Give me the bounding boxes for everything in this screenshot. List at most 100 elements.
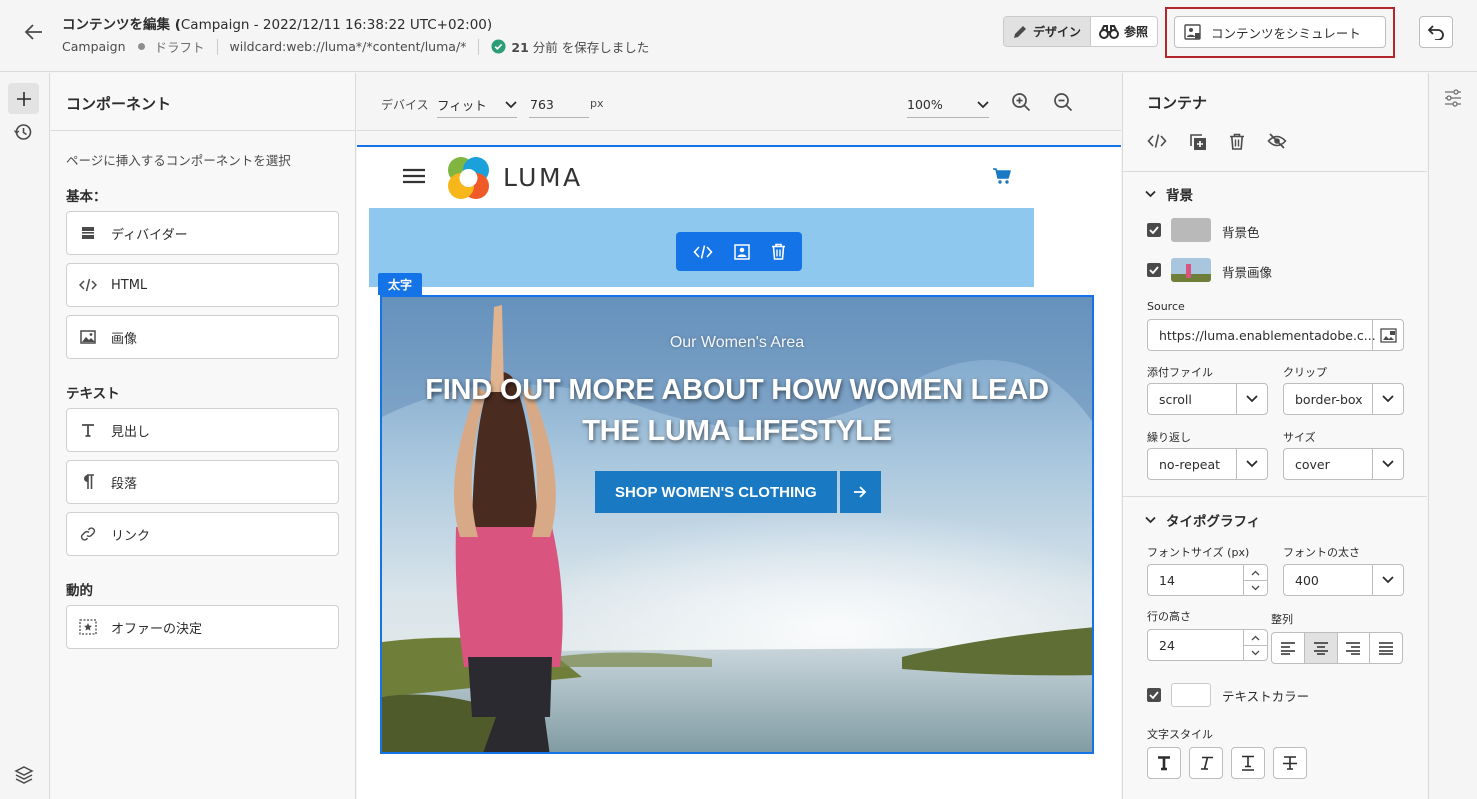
shop-button[interactable]: SHOP WOMEN'S CLOTHING (595, 471, 881, 513)
luma-brand: LUMA (503, 163, 583, 192)
repeat-value: no-repeat (1159, 456, 1221, 472)
hamburger-menu-icon[interactable] (402, 168, 426, 184)
campaign-type: Campaign (62, 39, 126, 54)
source-input[interactable]: https://luma.enablementadobe.c... (1147, 319, 1404, 351)
email-preview: LUMA 太字 Our Women's Area FIND OUT MORE A… (357, 145, 1121, 799)
properties-title: コンテナ (1147, 94, 1208, 112)
font-weight-select[interactable]: 400 (1283, 564, 1404, 596)
background-label: 背景 (1166, 188, 1193, 204)
underline-style-button[interactable] (1231, 747, 1265, 779)
font-size-input[interactable]: 14 (1147, 564, 1268, 596)
select-parent-icon[interactable] (733, 243, 750, 260)
divider (216, 38, 218, 55)
component-label: オファーの決定 (111, 621, 203, 637)
component-label: ディバイダー (111, 227, 188, 243)
chevron-down-icon (1372, 449, 1403, 479)
luma-logo-icon (445, 155, 491, 201)
title-text: コンテンツを編集 ( (62, 17, 181, 33)
undo-button[interactable] (1419, 16, 1453, 48)
background-section-header[interactable]: 背景 (1145, 184, 1193, 204)
align-center-icon[interactable] (1303, 633, 1337, 663)
image-browse-icon[interactable] (1372, 320, 1403, 350)
attachment-select[interactable]: scroll (1147, 383, 1268, 415)
zoom-out-icon[interactable] (1053, 92, 1073, 112)
component-offer-decision[interactable]: オファーの決定 (66, 605, 339, 649)
zoom-select[interactable]: 100% (907, 92, 989, 118)
element-toolbar (676, 232, 802, 271)
design-mode-button[interactable]: デザイン (1004, 17, 1091, 46)
bold-style-button[interactable] (1147, 747, 1181, 779)
hide-icon[interactable] (1267, 133, 1287, 151)
font-size-stepper[interactable] (1243, 565, 1267, 595)
divider (1123, 496, 1427, 497)
browse-mode-button[interactable]: 参照 (1090, 17, 1157, 46)
hero-title-line: THE LUMA LIFESTYLE (582, 415, 892, 447)
zoom-in-icon[interactable] (1011, 92, 1031, 112)
chevron-down-icon (977, 101, 989, 109)
clip-select[interactable]: border-box (1283, 383, 1404, 415)
align-justify-icon[interactable] (1369, 633, 1402, 663)
strikethrough-style-button[interactable] (1273, 747, 1307, 779)
font-size-label: フォントサイズ (px) (1147, 546, 1250, 559)
component-divider[interactable]: ディバイダー (66, 211, 339, 255)
background-color-swatch[interactable] (1171, 218, 1211, 242)
components-description: ページに挿入するコンポーネントを選択 (66, 153, 291, 168)
line-height-stepper[interactable] (1243, 630, 1267, 660)
simulate-content-button[interactable]: コンテンツをシミュレート (1174, 16, 1386, 48)
device-value: フィット (437, 98, 487, 113)
component-link[interactable]: リンク (66, 512, 339, 556)
luma-header: LUMA (369, 147, 1034, 207)
component-image[interactable]: 画像 (66, 315, 339, 359)
history-icon[interactable] (13, 122, 33, 142)
layers-icon[interactable] (14, 765, 34, 785)
trash-icon[interactable] (771, 243, 786, 260)
width-input[interactable]: 763 (529, 92, 589, 118)
chevron-down-icon (1372, 384, 1403, 414)
hero-subtitle: Our Women's Area (669, 334, 805, 351)
text-color-checkbox[interactable] (1147, 688, 1161, 702)
hero-banner[interactable]: Our Women's Area FIND OUT MORE ABOUT HOW… (380, 295, 1094, 754)
component-paragraph[interactable]: 段落 (66, 460, 339, 504)
heading-icon (79, 421, 97, 439)
cart-icon[interactable] (992, 167, 1012, 185)
line-height-input[interactable]: 24 (1147, 629, 1268, 661)
background-image-checkbox[interactable] (1147, 263, 1161, 277)
hero-image (382, 297, 1092, 752)
code-icon[interactable] (1147, 133, 1167, 151)
align-left-icon[interactable] (1272, 633, 1304, 663)
repeat-select[interactable]: no-repeat (1147, 448, 1268, 480)
code-icon[interactable] (692, 244, 713, 260)
typography-section-header[interactable]: タイポグラフィ (1145, 510, 1260, 530)
checkmark-circle-icon (491, 39, 506, 54)
device-select[interactable]: フィット (437, 92, 517, 118)
add-components-button[interactable] (8, 83, 39, 114)
underline-icon (1240, 755, 1256, 771)
breadcrumb: Campaign ドラフト wildcard:web://luma*/*cont… (62, 37, 649, 56)
chevron-down-icon[interactable] (1244, 645, 1267, 660)
chevron-up-icon[interactable] (1244, 630, 1267, 645)
text-color-swatch[interactable] (1171, 683, 1211, 707)
image-icon (79, 328, 97, 346)
link-icon (79, 525, 97, 543)
back-arrow-icon[interactable] (22, 20, 46, 44)
saved-status: 21 分前 を保存しました (511, 37, 649, 56)
background-color-checkbox[interactable] (1147, 223, 1161, 237)
chevron-up-icon[interactable] (1244, 565, 1267, 580)
plus-icon (16, 91, 32, 107)
settings-sliders-icon[interactable] (1444, 89, 1462, 107)
source-label: Source (1147, 300, 1185, 313)
component-html[interactable]: HTML (66, 263, 339, 307)
trash-icon[interactable] (1229, 133, 1245, 151)
duplicate-icon[interactable] (1189, 133, 1207, 151)
category-basic: 基本： (66, 189, 107, 205)
chevron-down-icon[interactable] (1244, 580, 1267, 595)
size-select[interactable]: cover (1283, 448, 1404, 480)
category-dynamic: 動的 (66, 583, 93, 599)
background-image-thumbnail[interactable] (1171, 258, 1211, 282)
container-actions (1147, 133, 1287, 151)
italic-style-button[interactable] (1189, 747, 1223, 779)
mode-toggle: デザイン 参照 (1003, 16, 1159, 47)
align-right-icon[interactable] (1336, 633, 1370, 663)
component-heading[interactable]: 見出し (66, 408, 339, 452)
text-align-group (1271, 632, 1403, 664)
